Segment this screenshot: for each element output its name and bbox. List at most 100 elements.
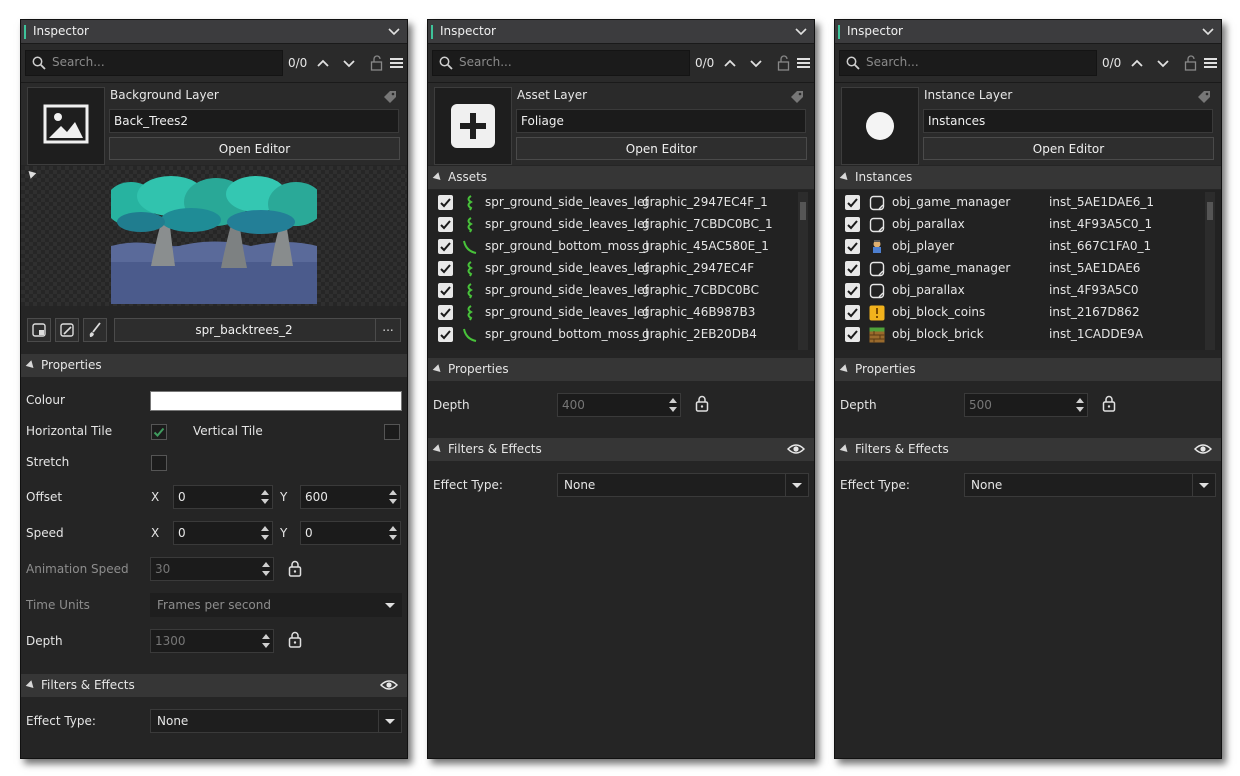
search-box[interactable] <box>432 50 690 76</box>
effect-type-dropdown[interactable]: None <box>964 473 1216 497</box>
list-item[interactable]: obj_parallax inst_4F93A5C0_1 <box>835 214 1205 236</box>
previous-match-icon[interactable] <box>314 54 332 72</box>
visibility-checkbox[interactable] <box>845 239 860 254</box>
search-input[interactable] <box>459 53 679 71</box>
tag-icon[interactable] <box>790 90 804 104</box>
depth-field[interactable]: 1300 <box>150 629 274 653</box>
list-item[interactable]: spr_ground_side_leaves_lef graphic_7CBDC0… <box>428 280 798 302</box>
paint-brush-button[interactable] <box>83 318 107 342</box>
list-item[interactable]: spr_ground_side_leaves_lef graphic_7CBDC0… <box>428 214 798 236</box>
previous-match-icon[interactable] <box>1128 54 1146 72</box>
visibility-checkbox[interactable] <box>845 283 860 298</box>
menu-icon[interactable] <box>388 54 406 72</box>
speed-y-field[interactable]: 0 <box>300 521 401 545</box>
lock-icon[interactable] <box>695 395 709 412</box>
effect-type-dropdown[interactable]: None <box>557 473 809 497</box>
lock-open-icon[interactable] <box>1182 54 1200 72</box>
lock-icon[interactable] <box>288 631 302 648</box>
open-editor-button[interactable]: Open Editor <box>923 137 1214 160</box>
visibility-checkbox[interactable] <box>845 217 860 232</box>
visibility-checkbox[interactable] <box>845 195 860 210</box>
filters-section-header[interactable]: Filters & Effects <box>835 438 1221 461</box>
search-box[interactable] <box>839 50 1097 76</box>
filters-section-header[interactable]: Filters & Effects <box>21 674 407 697</box>
speed-x-field[interactable]: 0 <box>173 521 273 545</box>
assets-section-header[interactable]: Assets <box>428 166 814 189</box>
list-item[interactable]: obj_block_brick inst_1CADDE9A <box>835 324 1205 346</box>
chevron-down-icon[interactable] <box>387 24 401 38</box>
tag-icon[interactable] <box>1197 90 1211 104</box>
visibility-checkbox[interactable] <box>438 239 453 254</box>
visibility-checkbox[interactable] <box>438 217 453 232</box>
properties-section-header[interactable]: Properties <box>835 358 1221 381</box>
chevron-down-icon[interactable] <box>1201 24 1215 38</box>
eye-icon[interactable] <box>1194 442 1212 456</box>
visibility-checkbox[interactable] <box>438 261 453 276</box>
search-box[interactable] <box>25 50 283 76</box>
open-editor-button[interactable]: Open Editor <box>516 137 807 160</box>
spinner-arrows-icon[interactable] <box>1076 396 1084 414</box>
list-item[interactable]: obj_game_manager inst_5AE1DAE6 <box>835 258 1205 280</box>
vertical-tile-checkbox[interactable] <box>384 424 400 440</box>
visibility-checkbox[interactable] <box>438 327 453 342</box>
depth-field[interactable]: 500 <box>964 393 1088 417</box>
effect-type-dropdown[interactable]: None <box>150 709 402 733</box>
lock-open-icon[interactable] <box>368 54 386 72</box>
dropdown-arrow-icon[interactable] <box>378 710 401 732</box>
spinner-arrows-icon[interactable] <box>261 524 269 542</box>
open-editor-button[interactable]: Open Editor <box>109 137 400 160</box>
list-item[interactable]: spr_ground_side_leaves_lef graphic_46B987… <box>428 302 798 324</box>
list-scrollbar[interactable] <box>1205 192 1215 350</box>
horizontal-tile-checkbox[interactable] <box>151 424 167 440</box>
scrollbar-thumb[interactable] <box>800 202 806 220</box>
spinner-arrows-icon[interactable] <box>262 632 270 650</box>
list-item[interactable]: spr_ground_bottom_moss_l graphic_2EB20DB4 <box>428 324 798 346</box>
menu-icon[interactable] <box>795 54 813 72</box>
offset-y-field[interactable]: 600 <box>300 485 401 509</box>
list-item[interactable]: obj_block_coins inst_2167D862 <box>835 302 1205 324</box>
eye-icon[interactable] <box>380 678 398 692</box>
scrollbar-thumb[interactable] <box>1207 202 1213 220</box>
chevron-down-icon[interactable] <box>794 24 808 38</box>
properties-section-header[interactable]: Properties <box>21 354 407 377</box>
menu-icon[interactable] <box>1202 54 1220 72</box>
visibility-checkbox[interactable] <box>438 195 453 210</box>
spinner-arrows-icon[interactable] <box>389 524 397 542</box>
next-match-icon[interactable] <box>340 54 358 72</box>
properties-section-header[interactable]: Properties <box>428 358 814 381</box>
colour-swatch[interactable] <box>150 391 402 411</box>
eye-icon[interactable] <box>787 442 805 456</box>
spinner-arrows-icon[interactable] <box>261 488 269 506</box>
sprite-selector[interactable]: spr_backtrees_2 ... <box>114 318 401 342</box>
depth-field[interactable]: 400 <box>557 393 681 417</box>
spinner-arrows-icon[interactable] <box>669 396 677 414</box>
previous-match-icon[interactable] <box>721 54 739 72</box>
list-item[interactable]: spr_ground_side_leaves_lef graphic_2947EC… <box>428 258 798 280</box>
list-item[interactable]: obj_player inst_667C1FA0_1 <box>835 236 1205 258</box>
spinner-arrows-icon[interactable] <box>389 488 397 506</box>
lock-icon[interactable] <box>1102 395 1116 412</box>
search-input[interactable] <box>866 53 1086 71</box>
lock-open-icon[interactable] <box>775 54 793 72</box>
next-match-icon[interactable] <box>1154 54 1172 72</box>
layer-name-field[interactable] <box>109 109 399 133</box>
visibility-checkbox[interactable] <box>438 283 453 298</box>
filters-section-header[interactable]: Filters & Effects <box>428 438 814 461</box>
list-item[interactable]: obj_game_manager inst_5AE1DAE6_1 <box>835 192 1205 214</box>
layer-name-field[interactable] <box>516 109 806 133</box>
sprite-edit-button[interactable] <box>55 318 79 342</box>
next-match-icon[interactable] <box>747 54 765 72</box>
sprite-browse-button[interactable]: ... <box>375 319 400 341</box>
tag-icon[interactable] <box>383 90 397 104</box>
instances-section-header[interactable]: Instances <box>835 166 1221 189</box>
list-scrollbar[interactable] <box>798 192 808 350</box>
visibility-checkbox[interactable] <box>845 261 860 276</box>
layer-name-field[interactable] <box>923 109 1213 133</box>
stretch-checkbox[interactable] <box>151 455 167 471</box>
offset-x-field[interactable]: 0 <box>173 485 273 509</box>
visibility-checkbox[interactable] <box>438 305 453 320</box>
list-item[interactable]: spr_ground_side_leaves_lef graphic_2947EC… <box>428 192 798 214</box>
dropdown-arrow-icon[interactable] <box>1192 474 1215 496</box>
sprite-new-button[interactable] <box>27 318 51 342</box>
list-item[interactable]: obj_parallax inst_4F93A5C0 <box>835 280 1205 302</box>
